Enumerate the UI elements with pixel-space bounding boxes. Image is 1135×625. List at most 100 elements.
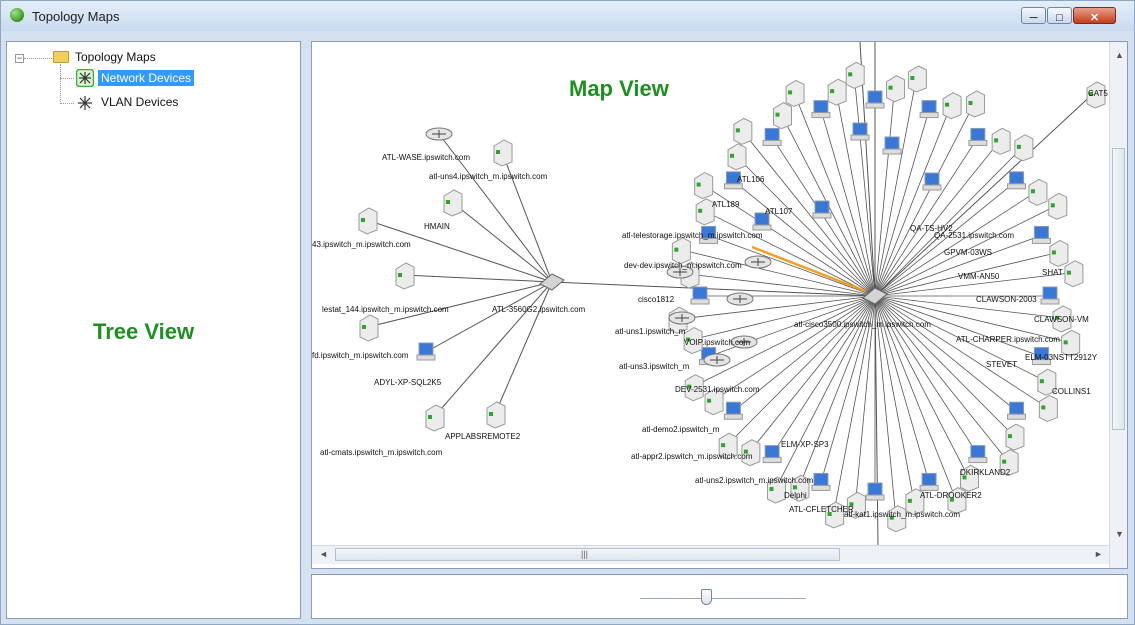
node-label: ATL107 [765, 207, 793, 216]
workstation-icon[interactable] [1007, 171, 1027, 190]
server-icon[interactable] [425, 404, 445, 432]
server-icon[interactable] [358, 207, 378, 235]
switch-icon[interactable] [539, 273, 565, 291]
server-icon[interactable] [733, 117, 753, 145]
workstation-icon[interactable] [690, 286, 710, 305]
server-icon[interactable] [1005, 423, 1025, 451]
zoom-slider-thumb[interactable] [701, 589, 713, 605]
workstation-icon[interactable] [723, 401, 743, 420]
folder-icon [53, 51, 69, 63]
minimize-button[interactable]: ─ [1021, 7, 1046, 24]
workstation-icon[interactable] [811, 472, 831, 491]
node-label: ATL-CHARPER.ipswitch.com [956, 335, 1060, 344]
server-icon[interactable] [694, 171, 714, 200]
server-icon[interactable] [991, 127, 1011, 155]
workstation-icon[interactable] [762, 127, 782, 146]
scroll-down-arrow-icon[interactable]: ▼ [1115, 529, 1124, 539]
router-icon[interactable] [668, 311, 696, 325]
server-icon[interactable] [785, 79, 805, 107]
workstation-icon[interactable] [1007, 401, 1027, 420]
server-icon[interactable] [827, 78, 847, 106]
collapse-toggle[interactable]: − [15, 54, 24, 63]
server-icon[interactable] [395, 262, 415, 290]
router-icon[interactable] [726, 292, 754, 306]
server-icon[interactable] [1064, 260, 1084, 288]
topology-map-canvas[interactable]: ATL-WASE.ipswitch.com atl-uns4.ipswitch_m… [312, 42, 1109, 545]
node-label: CLAWSON-2003 [976, 295, 1037, 304]
server-icon[interactable] [773, 102, 792, 130]
server-icon[interactable] [1028, 178, 1048, 206]
server-icon[interactable] [1048, 192, 1068, 220]
close-button[interactable]: ✕ [1073, 7, 1116, 24]
link-line [691, 295, 876, 340]
workstation-icon[interactable] [850, 122, 870, 141]
server-icon[interactable] [493, 139, 513, 167]
scroll-up-arrow-icon[interactable]: ▲ [1115, 50, 1124, 60]
server-icon[interactable] [1014, 134, 1034, 162]
title-bar[interactable]: Topology Maps ─ □ ✕ [1, 1, 1134, 31]
link-line [403, 274, 553, 283]
vertical-scrollbar[interactable]: ▲ ▼ [1109, 42, 1127, 568]
node-label: cisco1812 [638, 295, 675, 304]
vertical-scroll-thumb[interactable] [1112, 148, 1125, 430]
workstation-icon[interactable] [968, 127, 988, 146]
node-label: dev-dev.ipswitch_m.ipswitch.com [624, 261, 742, 270]
router-icon[interactable] [703, 353, 731, 367]
node-label: GPVM-03WS [944, 248, 992, 257]
router-icon[interactable] [744, 255, 772, 269]
server-icon[interactable] [671, 237, 691, 265]
link-line [874, 190, 1038, 297]
node-label: ATL-3560G2.ipswitch.com [492, 305, 586, 314]
tree-root-label[interactable]: Topology Maps [75, 50, 156, 64]
server-icon[interactable] [966, 90, 985, 118]
server-icon[interactable] [1049, 239, 1069, 268]
workstation-icon[interactable] [812, 200, 832, 219]
workstation-icon[interactable] [1031, 225, 1051, 244]
node-label: fd.ipswitch_m.ipswitch.com [312, 351, 409, 360]
link-line [425, 281, 553, 353]
server-icon[interactable] [886, 75, 906, 103]
node-label: atl-kat1.ipswitch_m.ipswitch.com [844, 510, 960, 519]
server-icon[interactable] [845, 61, 865, 89]
workstation-icon[interactable] [762, 445, 782, 464]
workstation-icon[interactable] [416, 342, 436, 361]
node-label: atl-cmats.ipswitch_m.ipswitch.com [320, 448, 443, 457]
server-icon[interactable] [443, 189, 463, 217]
workstation-icon[interactable] [882, 136, 902, 155]
horizontal-scroll-thumb[interactable]: ||| [335, 548, 840, 561]
node-label: DEV-2531.ipswitch.com [675, 385, 760, 394]
close-icon: ✕ [1089, 12, 1100, 24]
server-icon[interactable] [486, 401, 506, 429]
link-line [874, 295, 1048, 408]
map-panel[interactable]: ATL-WASE.ipswitch.com atl-uns4.ipswitch_m… [311, 41, 1128, 569]
router-icon[interactable] [425, 127, 453, 141]
map-view-annotation: Map View [569, 76, 669, 101]
workstation-icon[interactable] [1040, 286, 1060, 305]
horizontal-scrollbar[interactable]: ◄ ||| ► [312, 545, 1109, 564]
zoom-panel [311, 574, 1128, 619]
maximize-button[interactable]: □ [1047, 7, 1072, 24]
server-icon[interactable] [942, 92, 962, 120]
workstation-icon[interactable] [919, 472, 939, 491]
server-icon[interactable] [1038, 394, 1058, 422]
server-icon[interactable] [359, 314, 379, 342]
window-title: Topology Maps [32, 9, 120, 24]
tree-panel: − Topology Maps Network Devices VLAN Dev… [6, 41, 301, 619]
node-label: SHAT [1042, 268, 1063, 277]
node-label: atl-uns1.ipswitch_m [615, 327, 686, 336]
workstation-icon[interactable] [968, 445, 988, 464]
workstation-icon[interactable] [922, 172, 942, 191]
scroll-left-arrow-icon[interactable]: ◄ [319, 549, 328, 559]
server-icon[interactable] [727, 143, 747, 171]
link-line [703, 210, 876, 297]
node-label: ATL-WASE.ipswitch.com [382, 153, 470, 162]
workstation-icon[interactable] [865, 90, 885, 109]
zoom-slider-track[interactable] [640, 598, 806, 599]
workstation-icon[interactable] [919, 100, 939, 119]
scroll-right-arrow-icon[interactable]: ► [1094, 549, 1103, 559]
workstation-icon[interactable] [811, 100, 831, 119]
workstation-icon[interactable] [865, 482, 885, 501]
server-icon[interactable] [907, 65, 927, 93]
node-label: ELM-03NSTT2912Y [1025, 353, 1098, 362]
network-devices-icon [76, 69, 94, 87]
